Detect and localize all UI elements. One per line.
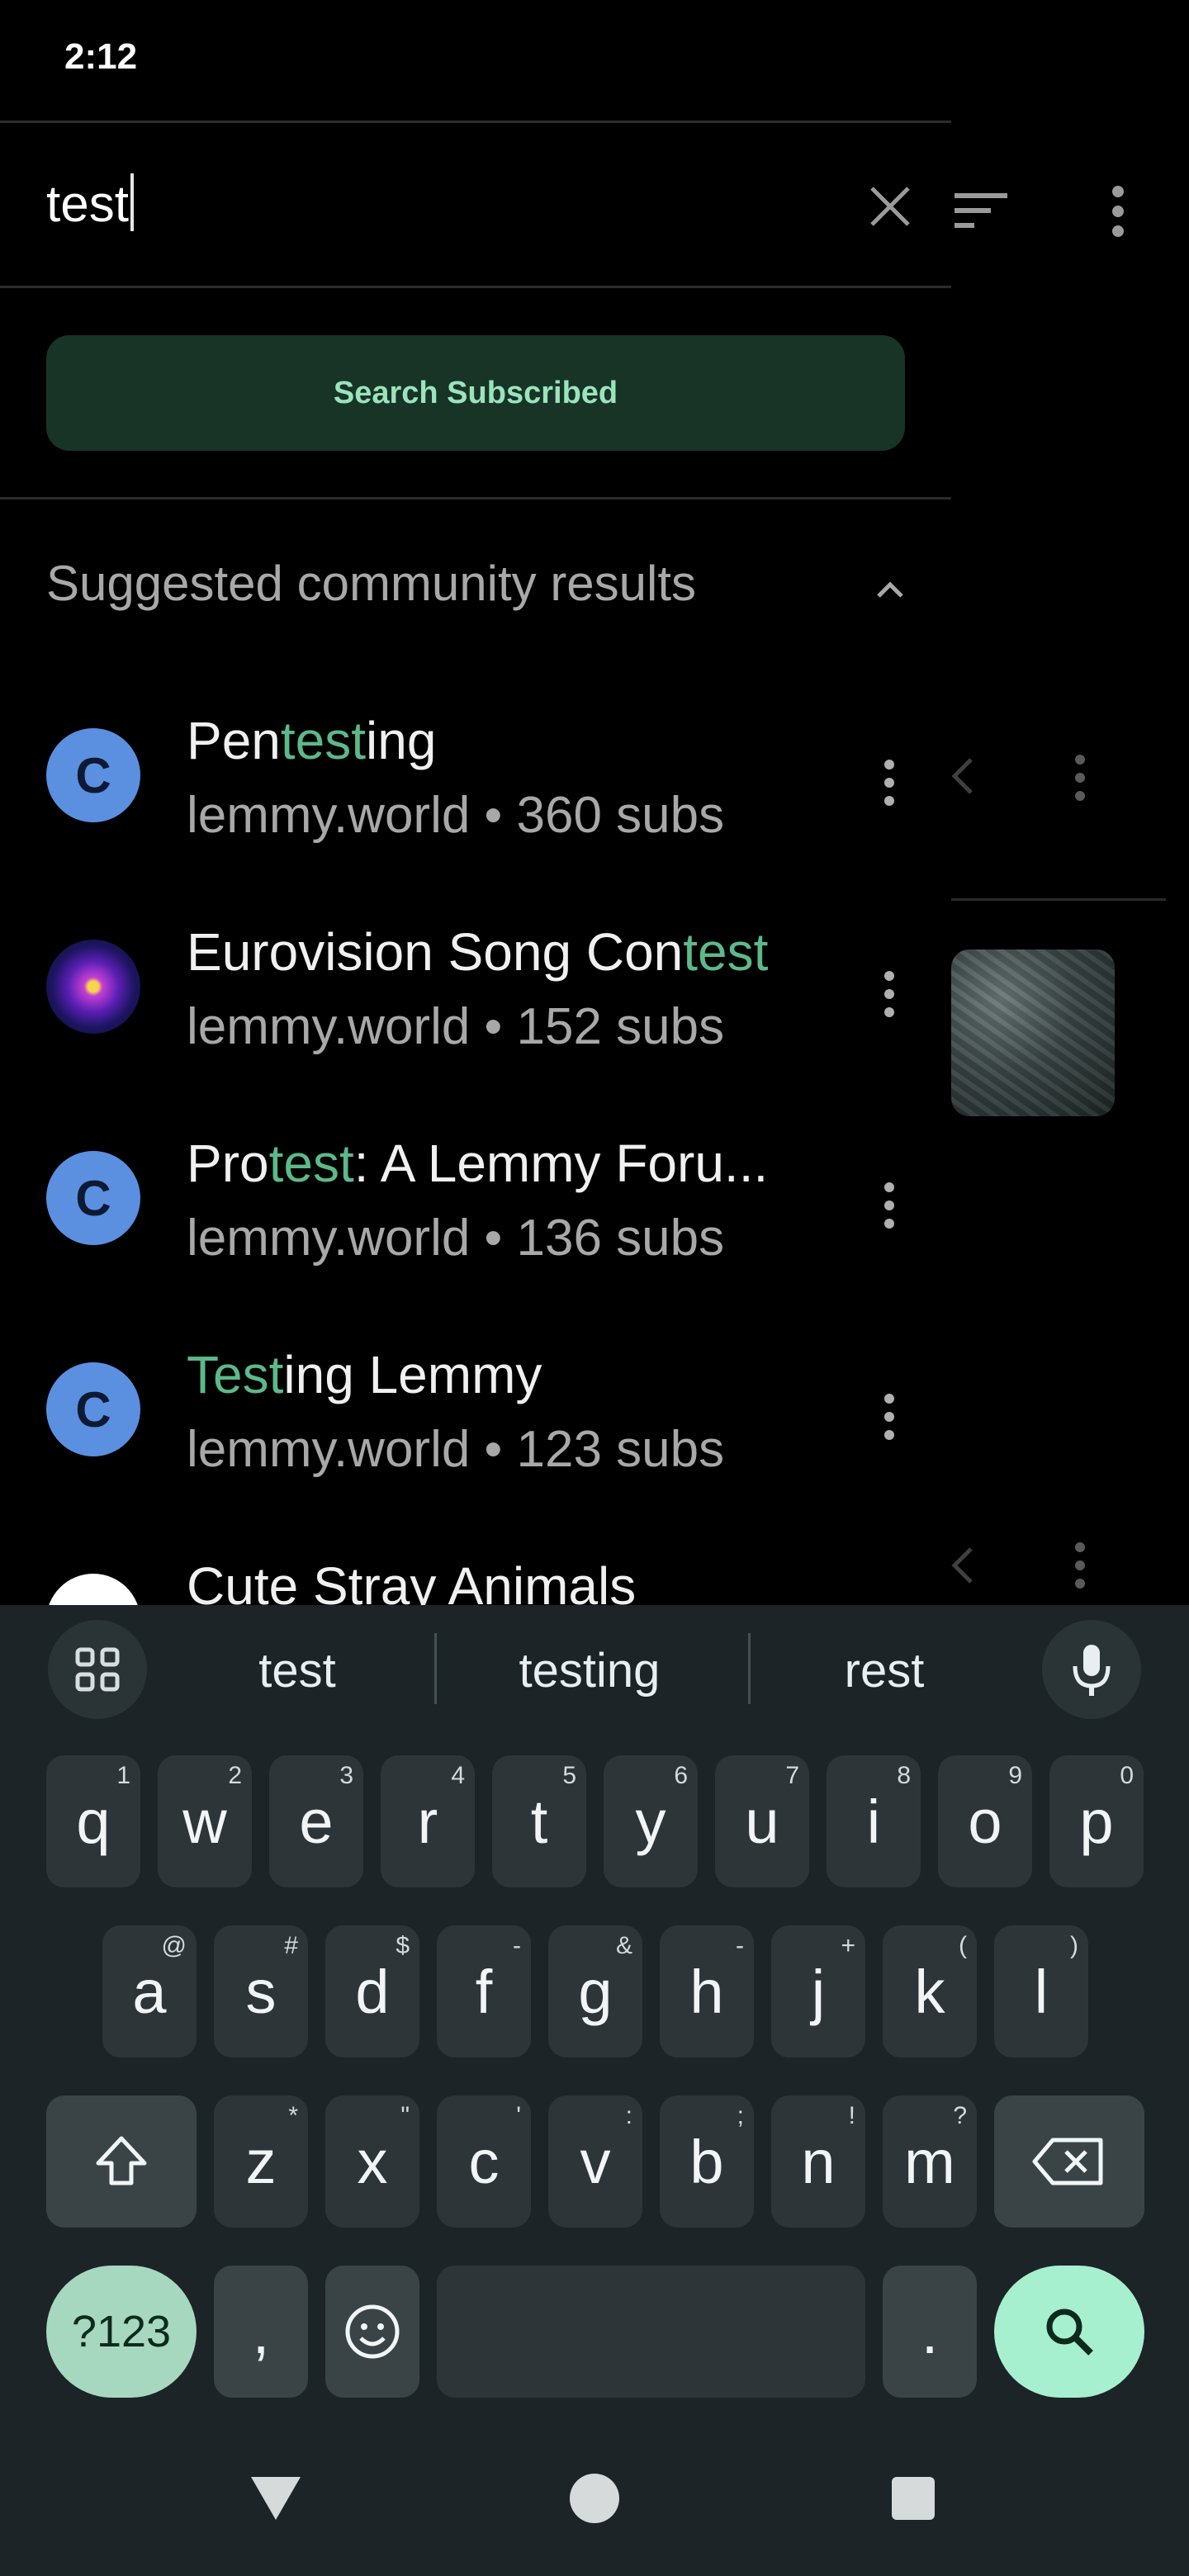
divider xyxy=(0,121,951,123)
list-item[interactable]: C Pentesting lemmy.world • 360 subs xyxy=(0,682,951,880)
backspace-key[interactable] xyxy=(994,2095,1144,2228)
shift-key[interactable] xyxy=(46,2095,197,2228)
key-z[interactable]: z * xyxy=(214,2095,308,2228)
divider xyxy=(434,1633,437,1704)
clear-search-icon[interactable] xyxy=(867,183,913,230)
key-g[interactable]: g & xyxy=(548,1925,642,2057)
chevron-up-icon[interactable] xyxy=(874,573,907,606)
community-meta: lemmy.world • 360 subs xyxy=(187,787,725,844)
post-more-icon[interactable] xyxy=(1072,753,1088,803)
key-w[interactable]: w2 xyxy=(158,1755,252,1887)
symbols-key[interactable]: ?123 xyxy=(46,2266,197,2398)
community-meta: lemmy.world • 123 subs xyxy=(187,1421,725,1478)
apps-grid-icon[interactable] xyxy=(48,1620,147,1719)
community-meta: lemmy.world • 136 subs xyxy=(187,1210,725,1267)
key-d[interactable]: d $ xyxy=(325,1925,419,2057)
chevron-left-icon[interactable] xyxy=(950,1546,976,1585)
status-time: 2:12 xyxy=(64,36,138,77)
key-v[interactable]: v: xyxy=(548,2095,642,2228)
sort-icon[interactable] xyxy=(955,192,1007,230)
community-name: Cute Stray Animals xyxy=(187,1556,637,1605)
microphone-icon[interactable] xyxy=(1042,1620,1141,1719)
avatar: C xyxy=(46,728,140,822)
list-item[interactable]: C Protest: A Lemmy Foru... lemmy.world •… xyxy=(0,1105,951,1303)
post-more-icon[interactable] xyxy=(1072,1541,1088,1590)
divider xyxy=(0,286,951,288)
search-key[interactable] xyxy=(994,2266,1144,2398)
list-item[interactable]: Cute Stray Animals xyxy=(0,1527,951,1605)
key-h[interactable]: h- xyxy=(660,1925,754,2057)
key-k[interactable]: k( xyxy=(883,1925,977,2057)
post-thumbnail[interactable] xyxy=(951,949,1115,1116)
key-f[interactable]: f- xyxy=(437,1925,531,2057)
background-app xyxy=(951,0,1189,1605)
key-a[interactable]: a @ xyxy=(102,1925,197,2057)
key-t[interactable]: t5 xyxy=(492,1755,586,1887)
avatar: C xyxy=(46,1151,140,1245)
more-options-icon[interactable] xyxy=(877,758,902,807)
period-key[interactable]: . xyxy=(883,2266,977,2398)
key-l[interactable]: l) xyxy=(994,1925,1088,2057)
key-r[interactable]: r4 xyxy=(381,1755,475,1887)
key-i[interactable]: i8 xyxy=(827,1755,921,1887)
community-meta: lemmy.world • 152 subs xyxy=(187,998,725,1055)
more-options-icon[interactable] xyxy=(877,1181,902,1230)
key-y[interactable]: y6 xyxy=(604,1755,698,1887)
key-n[interactable]: n! xyxy=(771,2095,865,2228)
list-item[interactable]: C Testing Lemmy lemmy.world • 123 subs xyxy=(0,1316,951,1514)
key-b[interactable]: b; xyxy=(660,2095,754,2228)
key-s[interactable]: s # xyxy=(214,1925,308,2057)
avatar xyxy=(46,940,140,1034)
more-options-icon[interactable] xyxy=(877,969,902,1019)
text-caret xyxy=(130,173,134,231)
navigation-bar xyxy=(0,2414,1189,2576)
search-subscribed-button[interactable]: Search Subscribed xyxy=(46,335,905,451)
key-o[interactable]: o9 xyxy=(938,1755,1032,1887)
key-j[interactable]: j + xyxy=(771,1925,865,2057)
key-u[interactable]: u7 xyxy=(715,1755,809,1887)
key-p[interactable]: p0 xyxy=(1049,1755,1144,1887)
home-icon[interactable] xyxy=(568,2472,621,2525)
backspace-icon xyxy=(1032,2138,1103,2185)
back-icon[interactable] xyxy=(248,2474,304,2523)
search-input[interactable]: test xyxy=(46,173,134,234)
community-name: Pentesting xyxy=(187,711,437,770)
key-c[interactable]: c ' xyxy=(437,2095,531,2228)
emoji-key[interactable] xyxy=(325,2266,419,2398)
avatar: C xyxy=(46,1362,140,1456)
emoji-icon xyxy=(345,2304,400,2359)
suggestion-3[interactable]: rest xyxy=(798,1643,971,1698)
key-x[interactable]: x " xyxy=(325,2095,419,2228)
search-query: test xyxy=(46,176,129,233)
recents-icon[interactable] xyxy=(890,2475,936,2522)
avatar xyxy=(46,1574,140,1605)
community-name: Eurovision Song Contest xyxy=(187,922,769,982)
overflow-menu-icon[interactable] xyxy=(1110,185,1126,238)
comma-key[interactable]: , xyxy=(214,2266,308,2398)
chevron-left-icon[interactable] xyxy=(950,756,976,796)
shift-icon xyxy=(96,2136,147,2185)
search-icon xyxy=(1046,2308,1093,2356)
divider xyxy=(0,497,951,500)
key-m[interactable]: m? xyxy=(883,2095,977,2228)
key-q[interactable]: q1 xyxy=(46,1755,140,1887)
suggestion-1[interactable]: test xyxy=(215,1643,380,1698)
community-name: Testing Lemmy xyxy=(187,1345,542,1404)
space-key[interactable] xyxy=(437,2266,865,2398)
more-options-icon[interactable] xyxy=(877,1392,902,1442)
suggestion-2[interactable]: testing xyxy=(477,1643,702,1698)
divider xyxy=(951,898,1166,901)
section-title: Suggested community results xyxy=(46,556,697,611)
community-name: Protest: A Lemmy Foru... xyxy=(187,1134,769,1193)
list-item[interactable]: Eurovision Song Contest lemmy.world • 15… xyxy=(0,893,951,1091)
divider xyxy=(748,1633,751,1704)
key-e[interactable]: e3 xyxy=(269,1755,363,1887)
